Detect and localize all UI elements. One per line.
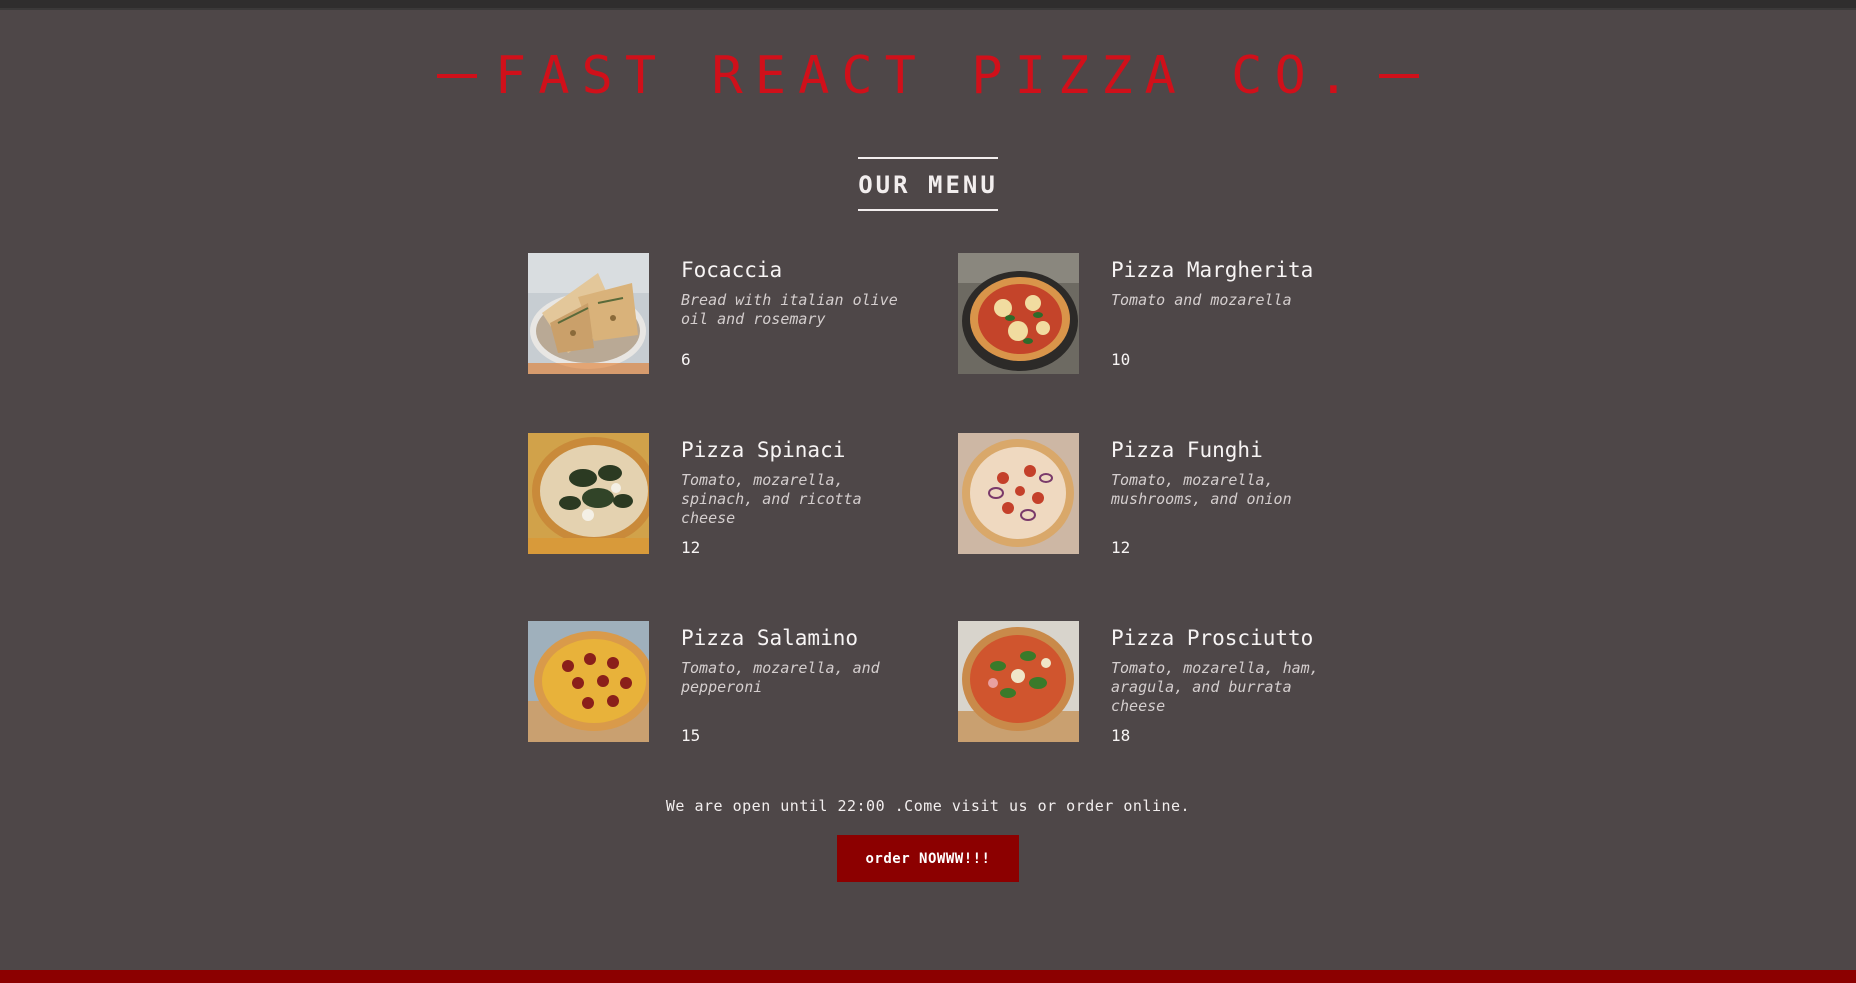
pizza-name: Pizza Margherita	[1111, 258, 1314, 282]
pizza-item: Pizza Margherita Tomato and mozarella 10	[958, 253, 1348, 383]
order-now-button[interactable]: order NOWWW!!!	[837, 835, 1019, 882]
pizza-ingredients: Tomato, mozarella, and pepperoni	[681, 659, 880, 696]
pizza-name: Pizza Funghi	[1111, 438, 1263, 462]
pizza-name: Pizza Salamino	[681, 626, 859, 650]
pizza-info: Pizza Spinaci Tomato, mozarella, spinach…	[681, 433, 901, 557]
site-footer: We are open until 22:00 .Come visit us o…	[0, 797, 1856, 882]
pizza-name: Pizza Spinaci	[681, 438, 846, 462]
pizza-ingredients: Tomato and mozarella	[1111, 291, 1292, 309]
pizza-ingredients: Tomato, mozarella, ham, aragula, and bur…	[1111, 659, 1319, 715]
site-title: Fast React Pizza Co.	[436, 44, 1420, 108]
pizza-price: 18	[1111, 726, 1131, 745]
pizza-info: Pizza Salamino Tomato, mozarella, and pe…	[681, 621, 901, 745]
pizza-ingredients: Bread with italian olive oil and rosemar…	[681, 291, 898, 328]
pizza-info: Focaccia Bread with italian olive oil an…	[681, 253, 901, 374]
pizza-item: Pizza Funghi Tomato, mozarella, mushroom…	[958, 433, 1348, 563]
pizza-price: 6	[681, 350, 691, 369]
pizza-info: Pizza Margherita Tomato and mozarella 10	[1111, 253, 1331, 374]
margherita-photo	[958, 253, 1079, 374]
prosciutto-photo	[958, 621, 1079, 742]
bottom-bar	[0, 970, 1856, 983]
pizza-price: 10	[1111, 350, 1131, 369]
menu-heading-text: Our Menu	[858, 157, 998, 211]
salamino-photo	[528, 621, 649, 742]
pizza-name: Focaccia	[681, 258, 783, 282]
title-dash-left	[436, 74, 477, 78]
menu-heading: Our Menu	[0, 157, 1856, 211]
pizza-item: Pizza Salamino Tomato, mozarella, and pe…	[528, 621, 918, 751]
opening-hours-text: We are open until 22:00 .Come visit us o…	[665, 797, 1191, 815]
pizza-info: Pizza Funghi Tomato, mozarella, mushroom…	[1111, 433, 1331, 557]
pizza-ingredients: Tomato, mozarella, spinach, and ricotta …	[681, 471, 862, 527]
pizza-info: Pizza Prosciutto Tomato, mozarella, ham,…	[1111, 621, 1331, 745]
pizza-name: Pizza Prosciutto	[1111, 626, 1314, 650]
spinaci-photo	[528, 433, 649, 554]
title-dash-right	[1379, 74, 1420, 78]
pizza-price: 15	[681, 726, 701, 745]
focaccia-photo	[528, 253, 649, 374]
pizza-item: Pizza Prosciutto Tomato, mozarella, ham,…	[958, 621, 1348, 751]
pizza-price: 12	[681, 538, 701, 557]
site-header: Fast React Pizza Co.	[0, 44, 1856, 108]
pizza-ingredients: Tomato, mozarella, mushrooms, and onion	[1111, 471, 1292, 508]
pizza-item: Pizza Spinaci Tomato, mozarella, spinach…	[528, 433, 918, 563]
funghi-photo	[958, 433, 1079, 554]
browser-top-bar	[0, 0, 1856, 10]
pizza-price: 12	[1111, 538, 1131, 557]
site-title-text: Fast React Pizza Co.	[494, 46, 1362, 106]
pizza-item: Focaccia Bread with italian olive oil an…	[528, 253, 918, 383]
